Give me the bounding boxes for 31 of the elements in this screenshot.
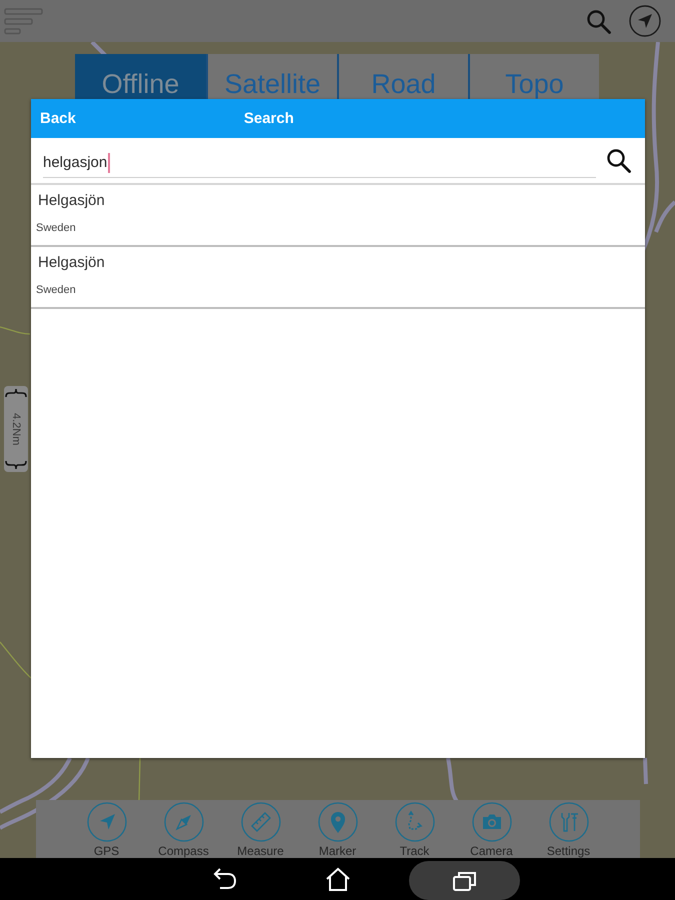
ruler-icon [240,802,280,842]
result-country: Sweden [36,222,76,235]
overlapping-windows-icon [452,870,476,890]
map-type-tab[interactable]: Offline [75,54,206,99]
navigation-arrow-icon[interactable] [629,5,661,37]
brace-icon [5,388,27,398]
result-name: Helgasjön [38,254,105,272]
search-result[interactable]: Helgasjön Sweden [31,185,645,247]
brace-icon [5,460,27,470]
search-icon[interactable] [606,148,631,173]
search-field[interactable]: helgasjon [43,153,596,178]
compass-button[interactable]: Compass [145,802,222,858]
settings-button[interactable]: Settings [530,802,607,858]
route-icon [394,802,434,842]
gps-button[interactable]: GPS [68,802,145,858]
text-cursor-icon [108,153,110,173]
search-result[interactable]: Helgasjön Sweden [31,247,645,309]
result-country: Sweden [36,284,76,297]
compass-icon [164,802,204,842]
dialog-title: Search [244,110,294,128]
measure-button[interactable]: Measure [222,802,299,858]
scale-label: 4.2Nm [10,412,22,446]
recent-apps-button[interactable] [409,861,520,900]
result-name: Helgasjön [38,192,105,210]
marker-button[interactable]: Marker [299,802,376,858]
track-button[interactable]: Track [376,802,453,858]
back-link[interactable]: Back [40,110,76,128]
home-icon[interactable] [324,867,352,891]
camera-button[interactable]: Camera [453,802,530,858]
tools-icon [548,802,588,842]
back-icon[interactable] [211,868,239,890]
